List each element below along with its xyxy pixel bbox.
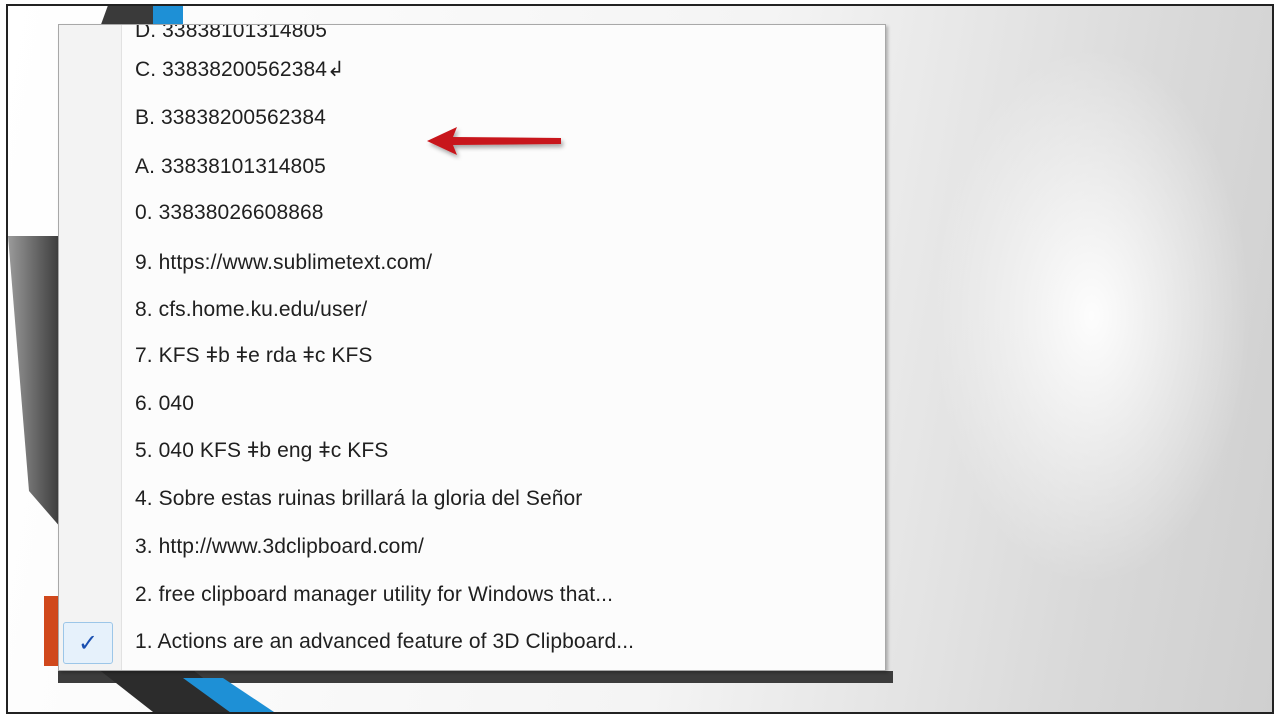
red-arrow-icon: [427, 127, 561, 155]
menu-item-0[interactable]: 0. 33838026608868: [59, 191, 885, 235]
clipboard-history-menu: D. 33838101314805 C. 33838200562384↲ B. …: [58, 24, 886, 671]
menu-item-8[interactable]: 8. cfs.home.ku.edu/user/: [59, 288, 885, 332]
menu-item-label: 7. KFS ǂb ǂe rda ǂc KFS: [135, 344, 373, 367]
menu-item-9[interactable]: 9. https://www.sublimetext.com/: [59, 241, 885, 285]
menu-item-4[interactable]: 4. Sobre estas ruinas brillará la gloria…: [59, 477, 885, 521]
checkmark-icon: ✓: [63, 622, 113, 664]
menu-item-label: 2. free clipboard manager utility for Wi…: [135, 583, 614, 606]
menu-item-label: 5. 040 KFS ǂb eng ǂc KFS: [135, 439, 389, 462]
menu-item-6[interactable]: 6. 040: [59, 382, 885, 426]
background-glow: [932, 46, 1252, 586]
menu-item-label: 3. http://www.3dclipboard.com/: [135, 535, 424, 558]
menu-item-1[interactable]: ✓ 1. Actions are an advanced feature of …: [59, 620, 885, 664]
menu-item-label: 6. 040: [135, 392, 194, 415]
menu-item-label: D. 33838101314805: [135, 24, 328, 42]
menu-item-label: 0. 33838026608868: [135, 201, 324, 224]
menu-item-label: C. 33838200562384↲: [135, 57, 345, 81]
menu-item-label: 4. Sobre estas ruinas brillará la gloria…: [135, 487, 583, 510]
menu-item-label: B. 33838200562384: [135, 106, 326, 129]
menu-item-7[interactable]: 7. KFS ǂb ǂe rda ǂc KFS: [59, 334, 885, 378]
menu-item-label: 9. https://www.sublimetext.com/: [135, 251, 433, 274]
menu-item-c[interactable]: C. 33838200562384↲: [59, 47, 885, 91]
menu-item-label: 1. Actions are an advanced feature of 3D…: [135, 630, 635, 653]
menu-item-2[interactable]: 2. free clipboard manager utility for Wi…: [59, 573, 885, 617]
menu-item-3[interactable]: 3. http://www.3dclipboard.com/: [59, 525, 885, 569]
menu-item-label: 8. cfs.home.ku.edu/user/: [135, 298, 368, 321]
menu-item-5[interactable]: 5. 040 KFS ǂb eng ǂc KFS: [59, 429, 885, 473]
menu-item-label: A. 33838101314805: [135, 155, 326, 178]
